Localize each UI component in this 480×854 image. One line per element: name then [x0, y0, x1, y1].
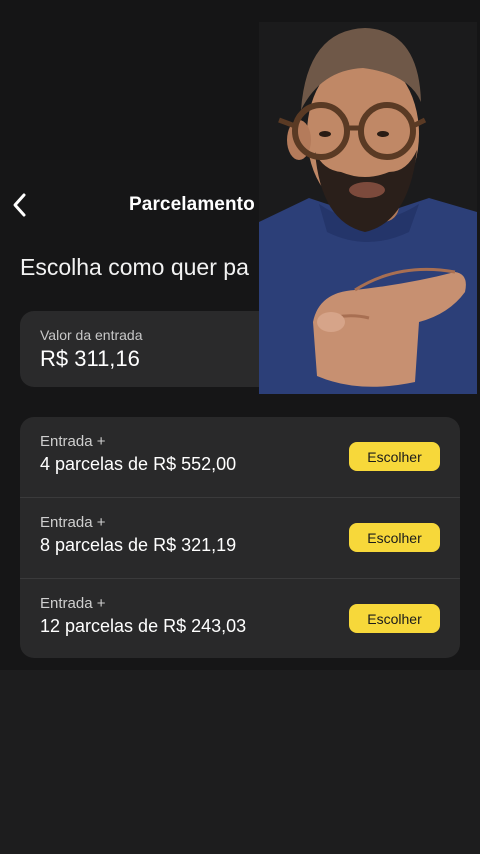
installment-option: Entrada + 12 parcelas de R$ 243,03 Escol…: [20, 578, 460, 658]
presenter-video-overlay: [259, 22, 477, 394]
entry-label: Valor da entrada: [40, 327, 143, 343]
option-prefix: Entrada +: [40, 514, 106, 531]
choose-button[interactable]: Escolher: [349, 604, 440, 633]
back-button[interactable]: [6, 187, 34, 223]
screen: Parcelamento de fa Escolha como quer pa …: [0, 0, 480, 854]
choose-button[interactable]: Escolher: [349, 523, 440, 552]
option-installments: 4 parcelas de R$ 552,00: [40, 454, 237, 474]
chevron-left-icon: [13, 193, 26, 217]
option-prefix: Entrada +: [40, 433, 106, 450]
presenter-illustration: [259, 22, 477, 394]
option-installments: 8 parcelas de R$ 321,19: [40, 535, 237, 555]
entry-value: R$ 311,16: [40, 346, 140, 371]
page-subtitle: Escolha como quer pa: [20, 254, 249, 280]
installment-option: Entrada + 8 parcelas de R$ 321,19 Escolh…: [20, 497, 460, 578]
installment-option: Entrada + 4 parcelas de R$ 552,00 Escolh…: [20, 417, 460, 497]
choose-button[interactable]: Escolher: [349, 442, 440, 471]
installment-options-card: Entrada + 4 parcelas de R$ 552,00 Escolh…: [20, 417, 460, 658]
option-installments: 12 parcelas de R$ 243,03: [40, 616, 247, 636]
option-prefix: Entrada +: [40, 595, 106, 612]
